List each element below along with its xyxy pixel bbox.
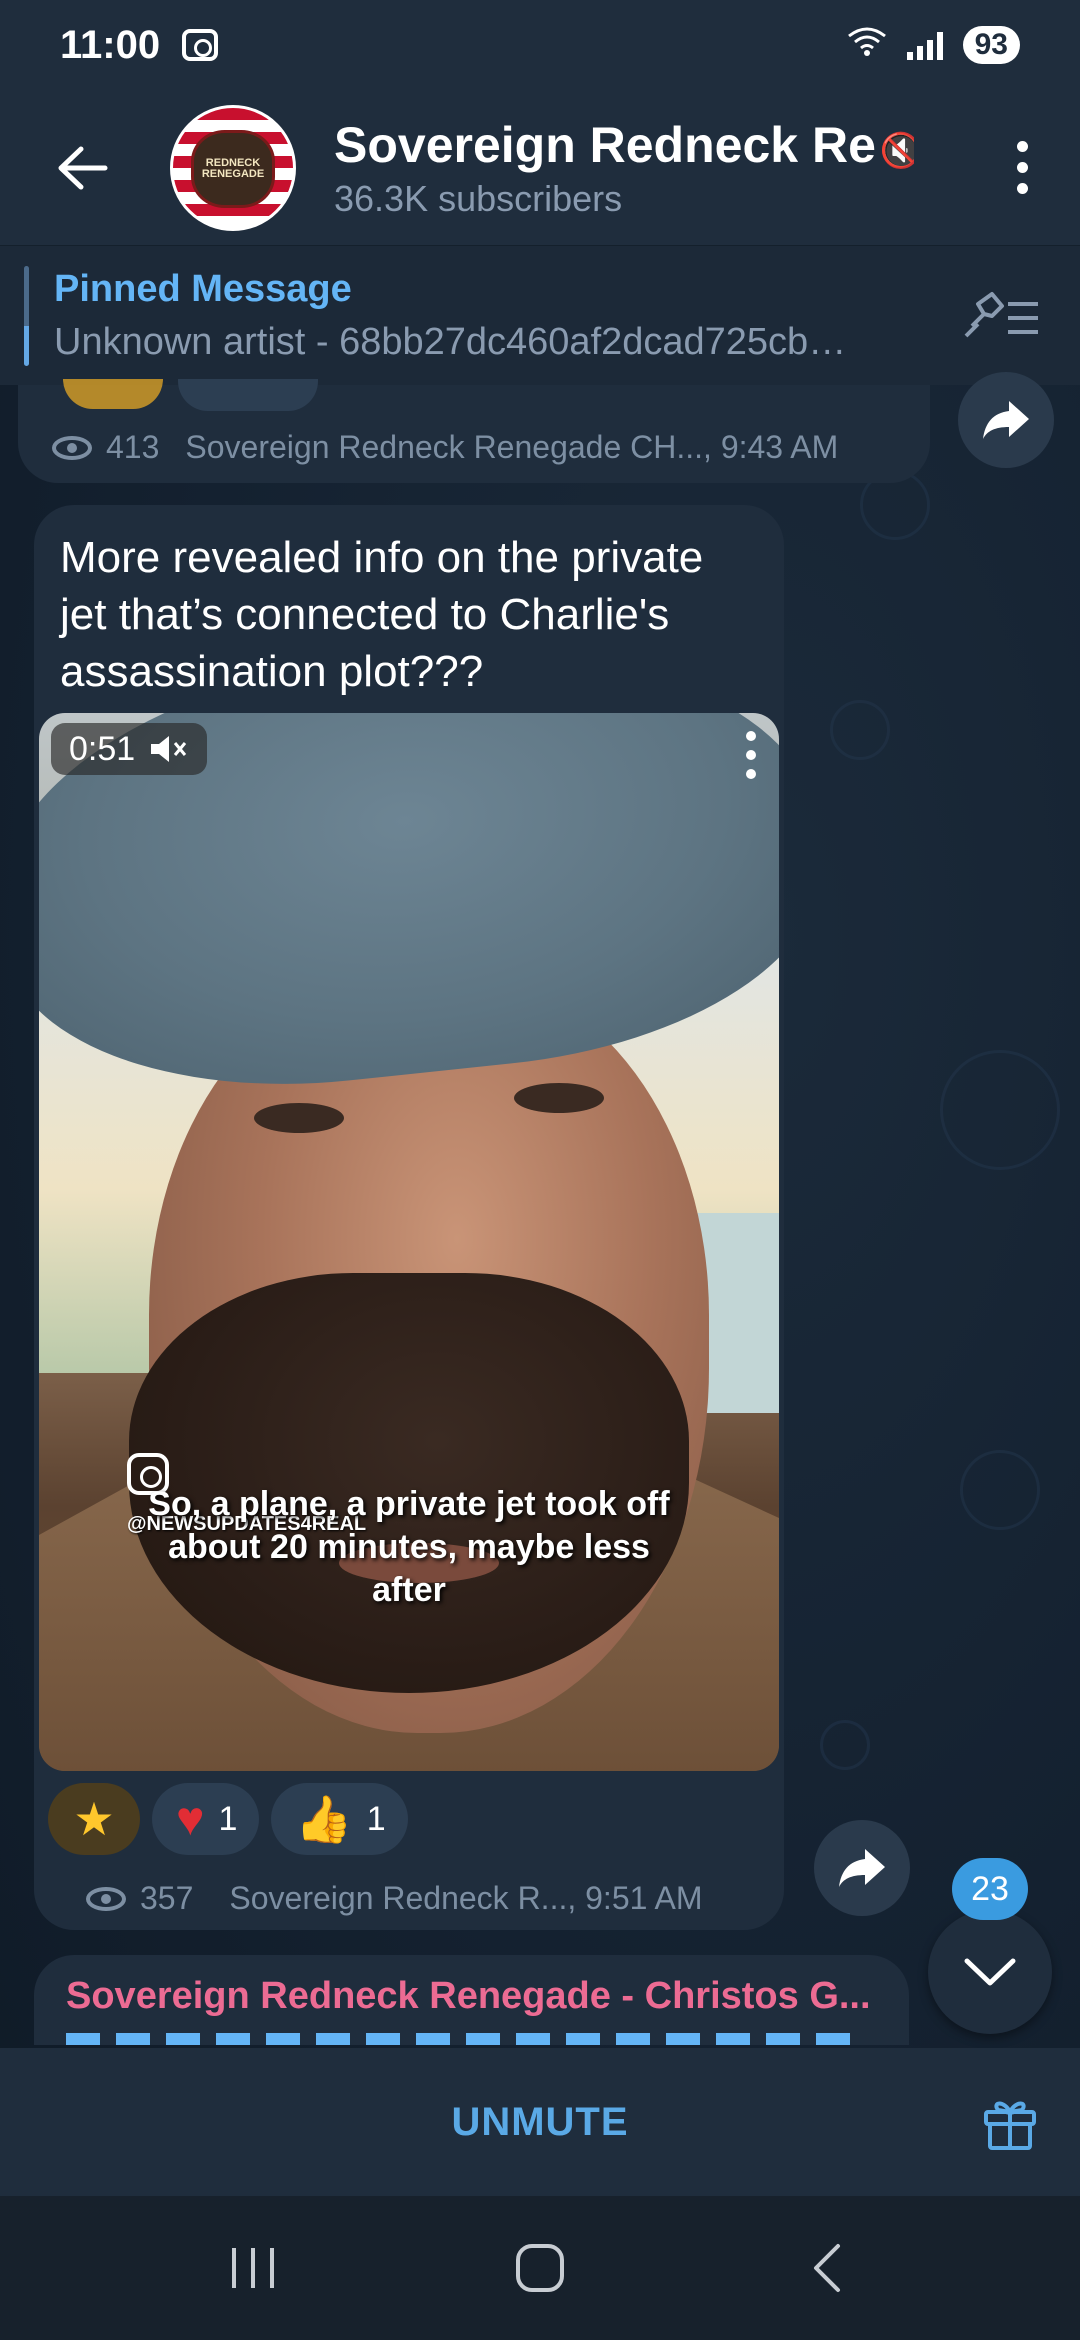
reaction-thumbs-up-button[interactable]: 👍 1 (271, 1783, 408, 1855)
video-caption: So, a plane, a private jet took off abou… (148, 1485, 670, 1609)
dot-icon (746, 750, 756, 760)
channel-avatar[interactable]: REDNECK RENEGADE (170, 104, 296, 231)
message-text: More revealed info on the private jet th… (60, 533, 704, 696)
status-time: 11:00 (60, 22, 161, 67)
channel-name: Sovereign Redneck Re 🔇 (334, 116, 914, 174)
back-chevron-icon (813, 2244, 840, 2292)
dot-icon (746, 731, 756, 741)
avatar-logo: REDNECK RENEGADE (191, 129, 275, 208)
reaction-heart-button[interactable]: ♥ 1 (152, 1783, 260, 1855)
share-arrow-icon (983, 401, 1029, 439)
reaction-count: 1 (366, 1799, 386, 1838)
next-message-title: Sovereign Redneck Renegade - Christos G.… (66, 1975, 871, 2017)
home-button[interactable] (480, 2218, 600, 2318)
pin-list-icon[interactable] (962, 286, 1042, 346)
gift-icon[interactable] (980, 2092, 1040, 2152)
pinned-indicator (24, 266, 29, 366)
system-navigation-bar (0, 2196, 1080, 2340)
share-button[interactable] (958, 372, 1054, 468)
views-eye-icon (52, 435, 92, 460)
system-back-button[interactable] (767, 2218, 887, 2318)
thumbs-up-icon: 👍 (295, 1792, 353, 1845)
star-icon: ★ (73, 1793, 115, 1845)
muted-speaker-icon: 🔇 (879, 131, 914, 170)
share-arrow-icon (839, 1849, 885, 1887)
background-doodle (820, 1720, 870, 1770)
view-count: 413 (106, 429, 160, 465)
channel-name-text: Sovereign Redneck Re (334, 116, 876, 173)
reactions-row: ★ ♥ 1 👍 1 (48, 1783, 408, 1855)
message-footer: Sovereign Redneck Renegade CH..., 9:43 A… (185, 429, 839, 465)
message-meta: 357 Sovereign Redneck R..., 9:51 AM (86, 1880, 703, 1917)
muted-volume-icon (151, 736, 187, 762)
status-icons: 93 (847, 26, 1020, 64)
dot-icon (746, 769, 756, 779)
dot-icon (1016, 141, 1028, 152)
share-button[interactable] (814, 1820, 910, 1916)
view-count: 357 (140, 1880, 194, 1916)
status-bar: 11:00 93 (0, 0, 1080, 90)
video-eye (254, 1103, 344, 1133)
pinned-message-bar[interactable]: Pinned Message Unknown artist - 68bb27dc… (0, 245, 1080, 385)
scroll-to-bottom-button[interactable] (928, 1910, 1052, 2034)
pinned-text: Pinned Message Unknown artist - 68bb27dc… (54, 268, 934, 364)
message-footer: Sovereign Redneck R..., 9:51 AM (229, 1880, 703, 1916)
signal-icon (906, 30, 943, 60)
avatar-logo-text: REDNECK RENEGADE (201, 156, 265, 180)
message-meta: 413 Sovereign Redneck Renegade CH..., 9:… (52, 429, 838, 466)
video-eye (514, 1083, 604, 1113)
reaction-count: 1 (218, 1799, 238, 1838)
pinned-body: Unknown artist - 68bb27dc460af2dcad725cb… (54, 320, 847, 363)
back-button[interactable] (22, 108, 142, 228)
next-message-bubble[interactable]: Sovereign Redneck Renegade - Christos G.… (34, 1955, 909, 2045)
background-doodle (960, 1450, 1040, 1530)
channel-info[interactable]: Sovereign Redneck Re 🔇 36.3K subscribers (334, 116, 914, 220)
video-duration-chip[interactable]: 0:51 (51, 723, 208, 775)
video-duration: 0:51 (69, 729, 136, 768)
previous-message-bubble[interactable]: 413 Sovereign Redneck Renegade CH..., 9:… (18, 379, 930, 483)
message-bubble[interactable]: More revealed info on the private jet th… (34, 505, 784, 1930)
dot-icon (1016, 183, 1028, 194)
more-options-button[interactable] (1002, 128, 1042, 208)
background-doodle (830, 700, 890, 760)
dot-icon (1016, 162, 1028, 173)
video-more-button[interactable] (741, 731, 761, 779)
reaction-pill[interactable] (178, 379, 318, 411)
screen-record-icon (182, 29, 219, 61)
recent-apps-icon (232, 2248, 275, 2288)
reaction-star-button[interactable]: ★ (48, 1783, 140, 1855)
unmute-button[interactable]: UNMUTE (451, 2100, 628, 2145)
unread-count-badge: 23 (952, 1858, 1028, 1920)
pinned-title: Pinned Message (54, 267, 352, 310)
video-player[interactable]: 0:51 @NEWSUPDATES4REAL So, a plane, a pr… (39, 713, 779, 1771)
wifi-icon (847, 26, 887, 64)
reaction-star[interactable] (63, 379, 163, 409)
background-doodle (940, 1050, 1060, 1170)
views-eye-icon (86, 1886, 126, 1911)
back-arrow-icon (58, 146, 108, 189)
chat-header: REDNECK RENEGADE Sovereign Redneck Re 🔇 3… (0, 90, 1080, 245)
home-icon (515, 2244, 564, 2292)
recent-apps-button[interactable] (193, 2218, 313, 2318)
bottom-action-bar: UNMUTE (0, 2048, 1080, 2196)
next-message-link[interactable] (66, 2033, 866, 2045)
chevron-down-icon (964, 1958, 1016, 1986)
subscriber-count: 36.3K subscribers (334, 177, 623, 219)
heart-icon: ♥ (176, 1792, 205, 1846)
battery-indicator: 93 (962, 26, 1020, 64)
